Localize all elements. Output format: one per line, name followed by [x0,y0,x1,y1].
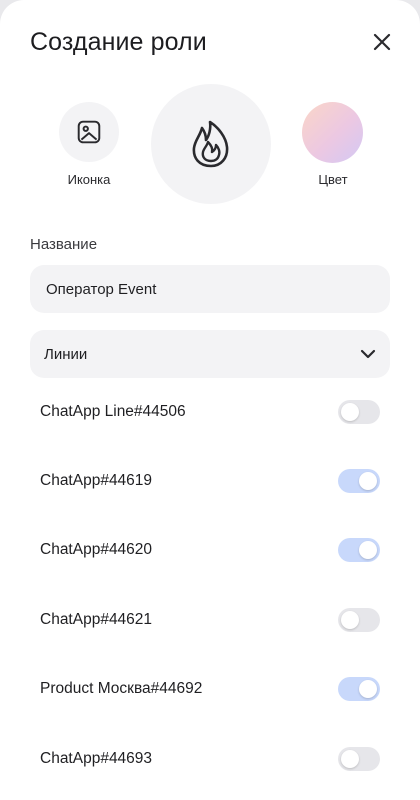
lines-dropdown-label: Линии [44,345,88,363]
line-row: ChatApp#44619 [40,446,380,515]
line-toggle[interactable] [338,607,380,632]
line-toggle[interactable] [338,677,380,702]
close-icon [373,33,391,51]
flame-icon [192,120,229,168]
line-row: Product Москва#44692 [40,655,380,724]
line-label: ChatApp#44619 [40,472,153,490]
line-label: ChatApp#44620 [40,541,153,559]
toggle-knob [359,472,377,491]
color-select-label: Цвет [318,172,348,187]
line-toggle[interactable] [338,469,380,494]
toggle-knob [341,610,359,629]
create-role-sheet: Создание роли Иконка Цвет Название Опера… [0,0,420,800]
role-appearance-picker: Иконка Цвет [0,84,420,209]
line-row: ChatApp#44621 [40,585,380,654]
sheet-header: Создание роли [30,24,398,60]
chevron-down-icon [360,349,376,359]
line-row: ChatApp Line#44506 [40,377,380,446]
line-row: ChatApp#44620 [40,516,380,585]
toggle-knob [359,680,377,699]
role-icon-preview [151,84,271,204]
line-label: ChatApp#44693 [40,749,153,767]
lines-dropdown[interactable]: Линии [30,330,390,378]
line-row: ChatApp#44693 [40,724,380,793]
color-select-button[interactable] [302,102,363,163]
toggle-knob [341,749,359,768]
line-toggle[interactable] [338,399,380,424]
toggle-knob [359,541,377,560]
toggle-knob [341,402,359,421]
line-toggle[interactable] [338,746,380,771]
line-label: ChatApp#44621 [40,610,153,628]
close-button[interactable] [366,26,398,58]
image-icon [77,120,101,144]
line-label: Product Москва#44692 [40,680,203,698]
line-toggle[interactable] [338,538,380,563]
name-field-label: Название [30,236,98,253]
page-title: Создание роли [30,27,207,56]
line-label: ChatApp Line#44506 [40,402,186,420]
lines-list: ChatApp Line#44506 ChatApp#44619 ChatApp#4… [40,377,380,793]
icon-select-label: Иконка [67,172,111,187]
icon-select-button[interactable] [59,102,119,162]
role-name-input[interactable] [30,265,390,313]
